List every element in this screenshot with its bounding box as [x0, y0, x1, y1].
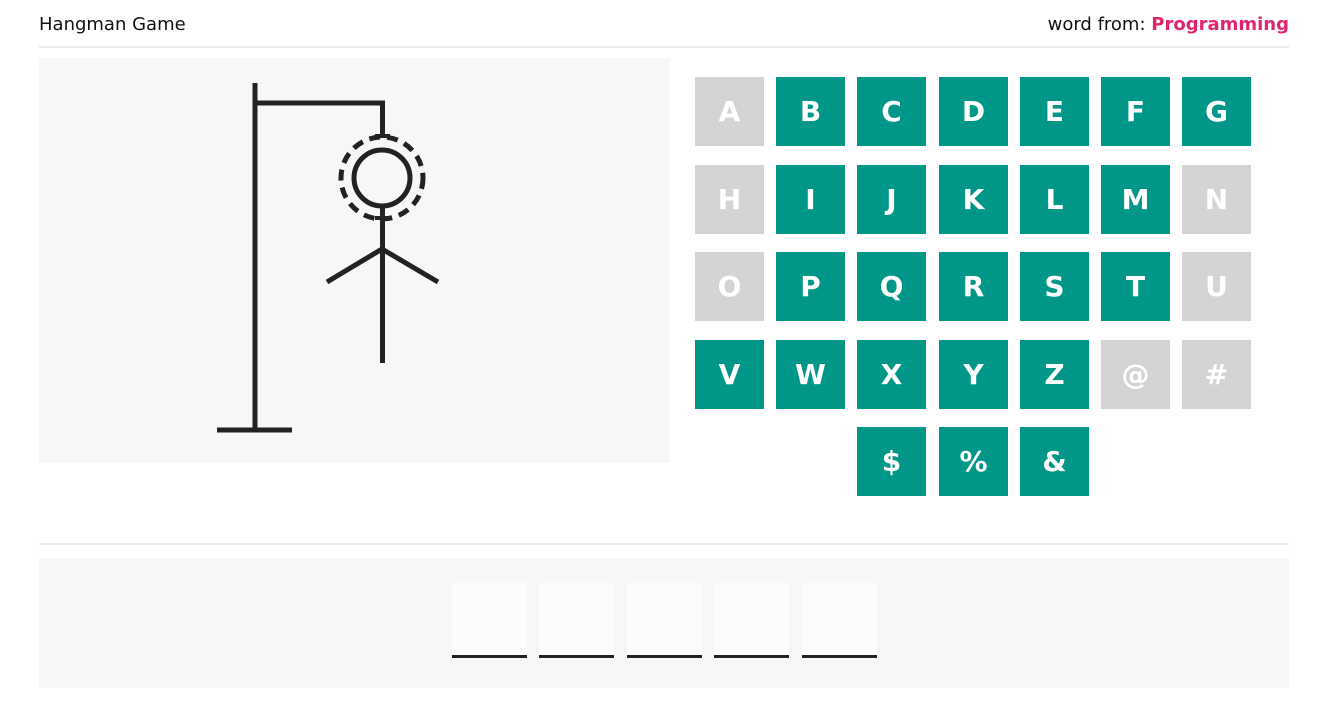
letter-key: N	[1182, 165, 1251, 234]
letter-key: @	[1101, 340, 1170, 409]
letter-key[interactable]: &	[1020, 427, 1089, 496]
letter-key[interactable]: E	[1020, 77, 1089, 146]
letter-key: A	[695, 77, 764, 146]
letter-key[interactable]: R	[939, 252, 1008, 321]
letter-slot	[627, 583, 702, 658]
letter-key[interactable]: J	[857, 165, 926, 234]
letter-key: U	[1182, 252, 1251, 321]
letter-key[interactable]: $	[857, 427, 926, 496]
hangman-head	[351, 147, 413, 209]
letter-key[interactable]: %	[939, 427, 1008, 496]
letter-keyboard: A B C D E F G H I J K L M N O P Q R S T U V W X Y Z @ # $% &	[695, 77, 1255, 497]
letter-key[interactable]: F	[1101, 77, 1170, 146]
letter-key[interactable]: V	[695, 340, 764, 409]
letter-key[interactable]: L	[1020, 165, 1089, 234]
letter-key[interactable]: G	[1182, 77, 1251, 146]
letter-key[interactable]: X	[857, 340, 926, 409]
letter-key: O	[695, 252, 764, 321]
letter-key[interactable]: I	[776, 165, 845, 234]
letter-key[interactable]: Z	[1020, 340, 1089, 409]
letter-key[interactable]: D	[939, 77, 1008, 146]
letter-slot	[714, 583, 789, 658]
header-divider	[39, 46, 1289, 48]
letter-key: #	[1182, 340, 1251, 409]
hangman-right-arm	[380, 246, 440, 285]
section-divider	[39, 543, 1289, 545]
hangman-left-arm	[325, 246, 384, 285]
word-category-info: word from: Programming	[1048, 13, 1289, 37]
letter-key[interactable]: S	[1020, 252, 1089, 321]
letter-slot	[539, 583, 614, 658]
letter-slot	[452, 583, 527, 658]
letter-key: H	[695, 165, 764, 234]
word-from-label: word from:	[1047, 14, 1146, 35]
letter-key[interactable]: K	[939, 165, 1008, 234]
word-panel	[39, 558, 1289, 688]
letter-key[interactable]: M	[1101, 165, 1170, 234]
letter-key[interactable]: T	[1101, 252, 1170, 321]
letter-key[interactable]: P	[776, 252, 845, 321]
letter-key[interactable]: Y	[939, 340, 1008, 409]
gallows-panel	[39, 58, 670, 463]
game-title: Hangman Game	[39, 14, 186, 35]
letter-key[interactable]: Q	[857, 252, 926, 321]
letter-key[interactable]: C	[857, 77, 926, 146]
letter-key[interactable]: W	[776, 340, 845, 409]
category-name: Programming	[1151, 14, 1289, 35]
letter-slot	[802, 583, 877, 658]
hangman-page: Hangman Game word from: Programming A B …	[0, 0, 1321, 726]
hangman-drawing	[217, 83, 440, 433]
header: Hangman Game word from: Programming	[39, 13, 1289, 39]
letter-key[interactable]: B	[776, 77, 845, 146]
